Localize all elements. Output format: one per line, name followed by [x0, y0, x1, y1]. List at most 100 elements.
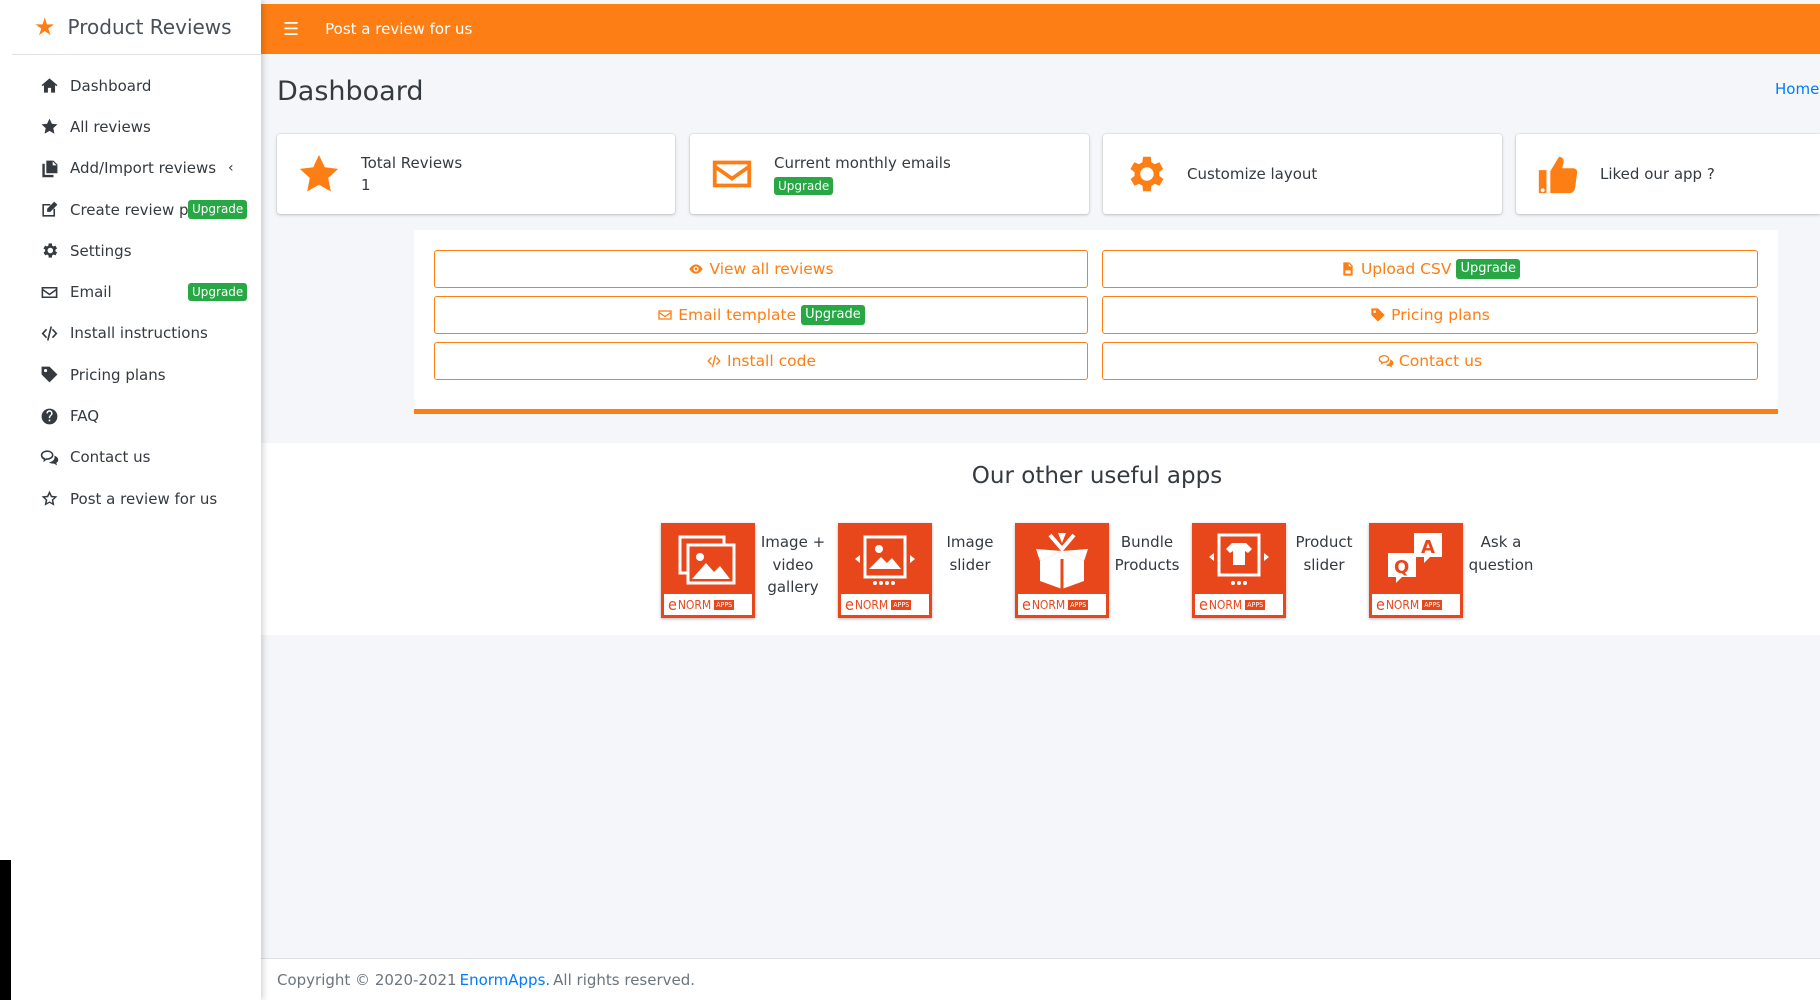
sidebar-item-settings[interactable]: Settings	[0, 230, 261, 271]
tag-icon	[38, 365, 60, 385]
sidebar-item-dashboard[interactable]: Dashboard	[0, 65, 261, 106]
image-slider-icon	[838, 523, 932, 596]
other-apps-section: Our other useful apps e NORM APPS Image + …	[261, 443, 1820, 635]
enormapps-logo: e NORM APPS	[664, 594, 752, 615]
app-tile[interactable]: e NORM APPS	[1015, 523, 1109, 618]
app-name: Bundle Products	[1114, 533, 1180, 574]
info-box-customize-layout[interactable]: Customize layout	[1103, 134, 1502, 214]
sidebar: ★ Product Reviews Dashboard All reviews …	[0, 0, 261, 1000]
eye-icon	[689, 264, 704, 274]
enormapps-logo: e NORM APPS	[1018, 594, 1106, 615]
sidebar-nav: Dashboard All reviews Add/Import reviews…	[0, 55, 261, 519]
app-product-slider[interactable]: e NORM APPS Product slider	[1192, 523, 1362, 618]
breadcrumb-home[interactable]: Home	[1775, 80, 1819, 98]
star-icon	[38, 117, 60, 137]
sidebar-item-label: All reviews	[70, 117, 151, 136]
button-label: Install code	[727, 352, 816, 370]
app-tile[interactable]: AQ e NORM APPS	[1369, 523, 1463, 618]
sidebar-item-label: FAQ	[70, 407, 100, 426]
app-bundle-products[interactable]: e NORM APPS Bundle Products	[1015, 523, 1185, 618]
comments-icon	[38, 447, 60, 467]
button-label: Email template	[678, 306, 797, 324]
sidebar-item-faq[interactable]: FAQ	[0, 395, 261, 436]
question-answer-icon: AQ	[1369, 523, 1463, 596]
sidebar-item-create-review-page[interactable]: Create review page Upgrade	[0, 189, 261, 230]
sidebar-item-label: Pricing plans	[70, 365, 166, 384]
contact-us-button[interactable]: Contact us	[1102, 342, 1758, 380]
email-template-button[interactable]: Email template Upgrade	[434, 296, 1088, 334]
info-box-label: Customize layout	[1187, 164, 1318, 183]
app-image-slider[interactable]: e NORM APPS Image slider	[838, 523, 1008, 618]
sidebar-item-label: Dashboard	[70, 76, 152, 95]
button-label: Pricing plans	[1391, 306, 1490, 324]
sidebar-item-label: Contact us	[70, 448, 151, 467]
info-box-label: Total Reviews	[361, 153, 463, 172]
gear-icon	[1103, 151, 1187, 197]
other-apps-heading: Our other useful apps	[971, 463, 1223, 489]
app-name: Image slider	[946, 533, 994, 574]
install-code-button[interactable]: Install code	[434, 342, 1088, 380]
enormapps-logo: e NORM APPS	[841, 594, 929, 615]
svg-text:A: A	[1421, 537, 1435, 558]
svg-text:Q: Q	[1394, 557, 1409, 578]
app-tile[interactable]: e NORM APPS	[661, 523, 755, 618]
top-navbar: ☰ Post a review for us	[261, 4, 1820, 54]
sidebar-item-label: Settings	[70, 241, 132, 260]
info-box-liked-app[interactable]: Liked our app ?	[1516, 134, 1820, 214]
upgrade-badge: Upgrade	[1456, 259, 1521, 279]
home-icon	[38, 76, 60, 96]
sidebar-item-email[interactable]: Email Upgrade	[0, 271, 261, 312]
question-icon	[38, 406, 60, 426]
info-box-text: Current monthly emails Upgrade	[774, 152, 951, 197]
info-box-label: Liked our app ?	[1600, 164, 1715, 183]
gallery-icon	[661, 523, 755, 596]
pricing-plans-button[interactable]: Pricing plans	[1102, 296, 1758, 334]
page-title: Dashboard	[277, 76, 424, 107]
app-image-video-gallery[interactable]: e NORM APPS Image + video gallery	[661, 523, 831, 618]
edit-icon	[38, 200, 60, 220]
info-box-text: Liked our app ?	[1600, 163, 1715, 186]
upload-csv-button[interactable]: Upload CSV Upgrade	[1102, 250, 1758, 288]
brand-link[interactable]: ★ Product Reviews	[12, 0, 261, 55]
total-reviews-count: 1	[361, 176, 371, 194]
upgrade-badge: Upgrade	[188, 200, 248, 219]
comments-icon	[1378, 355, 1394, 368]
gear-icon	[38, 241, 60, 261]
envelope-icon	[658, 310, 672, 320]
copyright-text: Copyright © 2020-2021	[277, 970, 457, 989]
enormapps-link[interactable]: EnormApps.	[460, 971, 551, 989]
app-name: Image + video gallery	[760, 533, 826, 596]
envelope-icon	[38, 282, 60, 302]
code-icon	[38, 323, 60, 343]
post-review-link[interactable]: Post a review for us	[325, 20, 472, 38]
upgrade-badge: Upgrade	[801, 305, 865, 325]
info-box-text: Customize layout	[1187, 163, 1317, 186]
info-box-monthly-emails: Current monthly emails Upgrade	[690, 134, 1089, 214]
star-icon	[277, 151, 361, 197]
sidebar-item-label: Email	[70, 283, 112, 302]
button-label: Upload CSV	[1360, 260, 1452, 278]
sidebar-item-add-import-reviews[interactable]: Add/Import reviews ‹	[0, 148, 261, 189]
sidebar-item-label: Add/Import reviews	[70, 159, 217, 178]
app-tile[interactable]: e NORM APPS	[1192, 523, 1286, 618]
app-tile[interactable]: e NORM APPS	[838, 523, 932, 618]
sidebar-item-all-reviews[interactable]: All reviews	[0, 106, 261, 147]
box-icon	[1015, 523, 1109, 596]
sidebar-item-install-instructions[interactable]: Install instructions	[0, 313, 261, 354]
view-all-reviews-button[interactable]: View all reviews	[434, 250, 1088, 288]
app-name: Ask a question	[1468, 533, 1534, 574]
sidebar-item-label: Post a review for us	[70, 489, 218, 508]
sidebar-item-pricing-plans[interactable]: Pricing plans	[0, 354, 261, 395]
sidebar-item-contact-us[interactable]: Contact us	[0, 437, 261, 478]
sidebar-item-post-review[interactable]: Post a review for us	[0, 478, 261, 519]
button-label: Contact us	[1398, 352, 1483, 370]
app-ask-a-question[interactable]: AQ e NORM APPS Ask a question	[1369, 523, 1539, 618]
upgrade-badge: Upgrade	[188, 282, 248, 302]
app-name: Product slider	[1295, 533, 1353, 574]
product-slider-icon	[1192, 523, 1286, 596]
sidebar-item-label: Create review page	[70, 200, 192, 219]
sidebar-item-label: Install instructions	[70, 324, 208, 343]
footer: Copyright © 2020-2021 EnormApps. All rig…	[261, 958, 1820, 1000]
star-outline-icon	[38, 489, 60, 509]
hamburger-menu-icon[interactable]: ☰	[283, 19, 299, 40]
